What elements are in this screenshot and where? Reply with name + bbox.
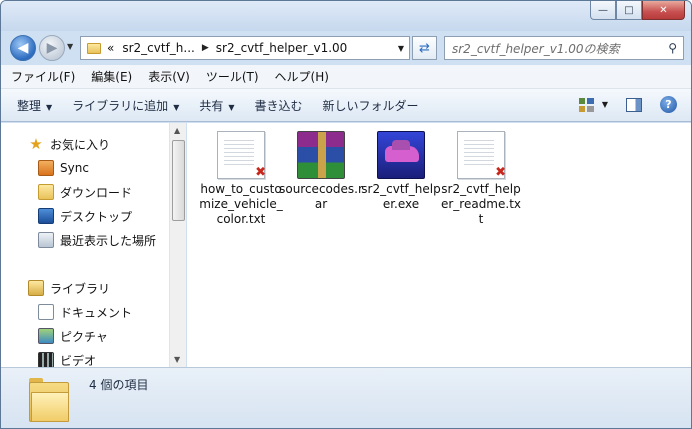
burn-button[interactable]: 書き込む [255,97,303,114]
nav-item-videos[interactable]: ビデオ [38,349,96,367]
folder-icon [29,378,69,422]
nav-label: Sync [60,161,89,175]
item-count: 4 個の項目 [89,378,149,392]
nav-item-favorites[interactable]: ★ お気に入り [28,133,110,155]
nav-label: 最近表示した場所 [60,233,157,248]
chevron-down-icon: ▼ [228,102,235,112]
menu-file[interactable]: ファイル(F) [11,68,75,85]
navigation-row: ◀ ▶ ▼ « sr2_cvtf_h... ▶ sr2_cvtf_helper_… [1,31,691,63]
file-item[interactable]: how_to_customize_vehicle_color.txt [199,131,283,227]
folder-icon [87,42,101,54]
file-list: how_to_customize_vehicle_color.txt sourc… [187,123,691,367]
nav-label: ダウンロード [60,185,133,200]
nav-label: ピクチャ [60,329,108,344]
documents-icon [38,304,54,320]
rar-archive-icon [297,131,345,179]
file-item[interactable]: sr2_cvtf_helper.exe [359,131,443,212]
scroll-up-icon[interactable]: ▲ [174,126,180,135]
navigation-scrollbar[interactable]: ▲ ▼ [169,123,186,367]
text-file-icon [457,131,506,180]
nav-label: ドキュメント [60,305,133,320]
file-name: sourcecodes.rar [279,182,363,211]
address-overflow[interactable]: « [107,41,114,55]
nav-item-desktop[interactable]: デスクトップ [38,205,132,227]
nav-item-pictures[interactable]: ピクチャ [38,325,108,347]
file-name: how_to_customize_vehicle_color.txt [199,182,283,226]
scrollbar-thumb[interactable] [172,140,185,221]
chevron-down-icon: ▼ [46,102,53,112]
nav-label: お気に入り [50,137,111,152]
search-placeholder: sr2_cvtf_helper_v1.00の検索 [452,41,620,56]
downloads-folder-icon [38,184,54,200]
videos-icon [38,352,54,367]
nav-label: ビデオ [60,353,97,368]
star-icon: ★ [29,135,43,153]
share-label: 共有 [199,98,224,113]
command-bar: 整理 ▼ ライブラリに追加 ▼ 共有 ▼ 書き込む 新しいフォルダー ▼ ? [1,89,691,122]
address-dropdown-icon[interactable]: ▼ [398,44,404,53]
forward-button[interactable]: ▶ [39,35,65,61]
back-button[interactable]: ◀ [10,35,36,61]
menu-bar: ファイル(F) 編集(E) 表示(V) ツール(T) ヘルプ(H) [1,65,691,89]
maximize-button[interactable]: □ [616,1,642,20]
nav-item-recent-places[interactable]: 最近表示した場所 [38,229,156,251]
nav-label: デスクトップ [60,209,133,224]
desktop-icon [38,208,54,224]
chevron-down-icon: ▼ [173,102,180,112]
nav-item-downloads[interactable]: ダウンロード [38,181,132,203]
view-options-chevron-icon[interactable]: ▼ [602,100,608,109]
add-to-library-label: ライブラリに追加 [72,98,169,113]
pictures-icon [38,328,54,344]
text-file-icon [217,131,266,180]
scroll-down-icon[interactable]: ▼ [174,355,180,364]
details-pane: 4 個の項目 [1,367,691,428]
nav-item-documents[interactable]: ドキュメント [38,301,132,323]
search-icon[interactable]: ⚲ [668,41,677,55]
refresh-button[interactable]: ⇄ [412,36,437,60]
menu-edit[interactable]: 編集(E) [91,68,132,85]
recent-places-icon [38,232,54,248]
explorer-window: — □ ✕ ◀ ▶ ▼ « sr2_cvtf_h... ▶ sr2_cvtf_h… [0,0,692,429]
share-button[interactable]: 共有 ▼ [199,97,234,114]
organize-label: 整理 [17,98,42,113]
menu-view[interactable]: 表示(V) [148,68,190,85]
search-input[interactable]: sr2_cvtf_helper_v1.00の検索 ⚲ [444,36,684,60]
breadcrumb-parent[interactable]: sr2_cvtf_h... [122,41,195,55]
title-bar: — □ ✕ [1,1,691,31]
address-bar[interactable]: « sr2_cvtf_h... ▶ sr2_cvtf_helper_v1.00 … [80,36,410,60]
nav-label: ライブラリ [50,281,111,296]
navigation-pane: ★ お気に入り Sync ダウンロード デスクトップ 最近表示した場所 ライブラリ… [1,123,185,367]
file-item[interactable]: sourcecodes.rar [279,131,363,212]
close-button[interactable]: ✕ [642,1,685,20]
file-name: sr2_cvtf_helper_readme.txt [440,182,522,226]
menu-tools[interactable]: ツール(T) [206,68,259,85]
preview-pane-icon[interactable] [626,97,642,112]
nav-item-libraries[interactable]: ライブラリ [28,277,110,299]
refresh-icon: ⇄ [419,40,430,56]
change-view-icon[interactable] [578,97,594,112]
car-application-icon [377,131,425,179]
minimize-button[interactable]: — [590,1,616,20]
add-to-library-button[interactable]: ライブラリに追加 ▼ [72,97,179,114]
nav-item-sync[interactable]: Sync [38,157,89,179]
file-name: sr2_cvtf_helper.exe [361,182,441,211]
file-item[interactable]: sr2_cvtf_helper_readme.txt [439,131,523,227]
help-icon[interactable]: ? [660,96,677,113]
recent-pages-dropdown[interactable]: ▼ [67,42,73,51]
sync-folder-icon [38,160,54,176]
new-folder-button[interactable]: 新しいフォルダー [323,97,419,114]
menu-help[interactable]: ヘルプ(H) [275,68,329,85]
libraries-icon [28,280,44,296]
view-controls: ▼ ? [578,96,677,113]
breadcrumb-separator-icon[interactable]: ▶ [202,43,209,53]
breadcrumb-current[interactable]: sr2_cvtf_helper_v1.00 [216,41,348,55]
organize-button[interactable]: 整理 ▼ [17,97,52,114]
window-controls: — □ ✕ [590,1,685,20]
